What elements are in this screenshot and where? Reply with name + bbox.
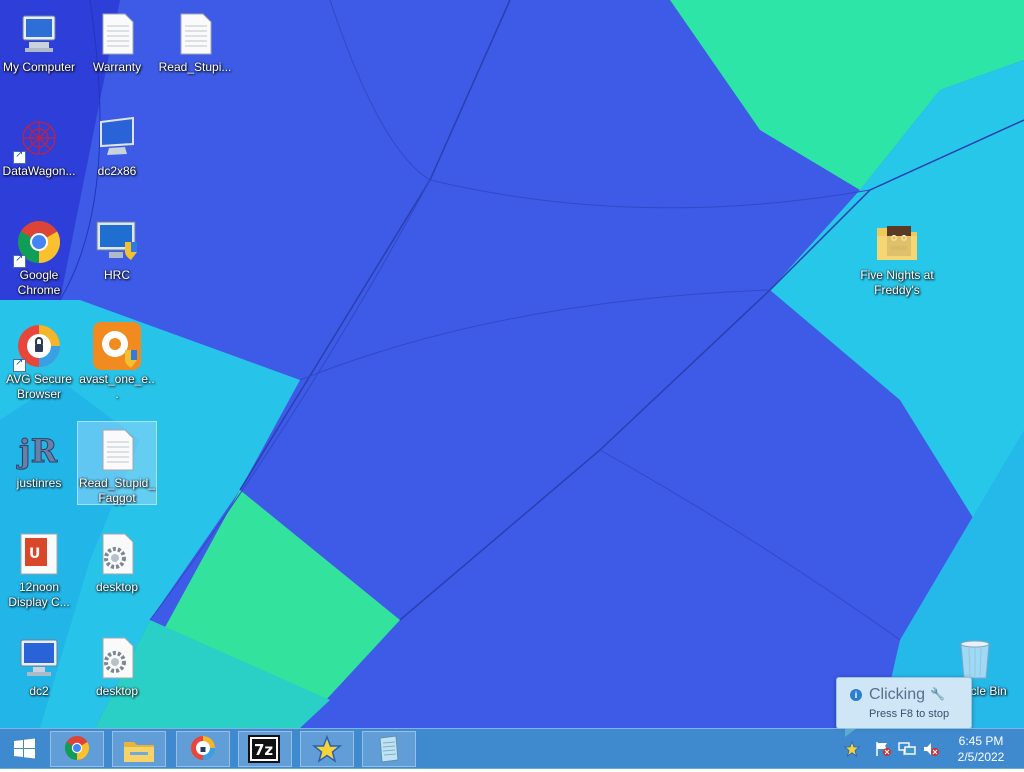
- desktop-icon-hrc[interactable]: HRC: [78, 208, 156, 283]
- desktop-icon-avast-one[interactable]: avast_one_e...: [78, 312, 156, 402]
- tray-volume[interactable]: [922, 741, 939, 757]
- hrc-shield-monitor-icon: [93, 218, 141, 266]
- file-explorer-icon: [124, 742, 154, 762]
- desktop-icon-read-stupi[interactable]: Read_Stupi...: [156, 0, 234, 75]
- action-center-flag-icon: [876, 742, 891, 756]
- desktop-icon-my-computer[interactable]: My Computer: [0, 0, 78, 75]
- text-document-icon: [171, 10, 219, 58]
- shortcut-arrow-icon: [13, 253, 26, 268]
- datawagon-icon: [13, 114, 63, 164]
- fnaf-folder-icon: [873, 218, 921, 266]
- taskbar-7zip[interactable]: 7z: [238, 731, 292, 767]
- windows-start-icon: [14, 738, 35, 759]
- text-document-icon: [93, 10, 141, 58]
- info-icon: i: [850, 689, 862, 701]
- tray-action-center[interactable]: [874, 741, 891, 757]
- taskbar: 7z: [0, 728, 1024, 769]
- notification-balloon[interactable]: i Clicking 🔧 Press F8 to stop: [836, 677, 972, 737]
- star-app-icon: [311, 734, 343, 763]
- computer-icon: [15, 10, 63, 58]
- 7zip-icon: 7z: [248, 735, 280, 763]
- shortcut-arrow-icon: [13, 149, 26, 164]
- chrome-icon: [64, 736, 90, 760]
- settings-file-icon: [93, 634, 141, 682]
- desktop-icon-desktop-ini-2[interactable]: desktop: [78, 624, 156, 699]
- chrome-icon: [13, 218, 63, 268]
- taskbar-avg-browser[interactable]: [176, 731, 230, 767]
- clock-time: 6:45 PM: [958, 734, 1004, 748]
- settings-file-icon: [93, 530, 141, 578]
- balloon-title: Clicking: [869, 686, 926, 703]
- volume-muted-icon: [924, 743, 939, 756]
- wrench-icon: 🔧: [930, 687, 945, 701]
- network-icon: [898, 742, 916, 755]
- desktop-icon-12noon-display[interactable]: U 12noon Display C...: [0, 520, 78, 610]
- clock-date: 2/5/2022: [957, 750, 1005, 764]
- avg-browser-icon: [13, 322, 63, 372]
- recycle-bin-icon: [951, 634, 999, 682]
- desktop-icon-fnaf-folder[interactable]: Five Nights at Freddy's: [858, 208, 936, 298]
- star-tray-icon: [843, 740, 861, 757]
- desktop-icon-read-stupid-file[interactable]: Read_Stupid_ Faggot: [77, 421, 157, 505]
- desktop-icon-avg-secure-browser[interactable]: AVG Secure Browser: [0, 312, 78, 402]
- taskbar-chrome[interactable]: [50, 731, 104, 767]
- desktop-icon-justinres[interactable]: jR justinres: [0, 416, 78, 491]
- desktop-icon-datawagon[interactable]: DataWagon...: [0, 104, 78, 179]
- avast-installer-icon: [93, 322, 141, 370]
- avg-browser-icon: [191, 736, 215, 760]
- balloon-subtitle: Press F8 to stop: [869, 708, 950, 720]
- start-button[interactable]: [4, 731, 44, 767]
- desktop-icon-desktop-ini-1[interactable]: desktop: [78, 520, 156, 595]
- notepad-icon: [379, 735, 399, 763]
- svg-text:U: U: [29, 546, 40, 562]
- monitor-icon: [15, 634, 63, 682]
- shortcut-arrow-icon: [13, 357, 26, 372]
- text-document-icon: [93, 426, 141, 474]
- taskbar-clock[interactable]: 6:45 PM 2/5/2022: [944, 733, 1018, 765]
- desktop-icon-dc2x86[interactable]: dc2x86: [78, 104, 156, 179]
- taskbar-notepad[interactable]: [362, 731, 416, 767]
- jr-logo-icon: jR: [15, 426, 63, 474]
- tray-network[interactable]: [898, 741, 916, 757]
- taskbar-star-app[interactable]: [300, 731, 354, 767]
- tray-star[interactable]: [843, 740, 861, 757]
- svg-text:jR: jR: [16, 432, 58, 470]
- svg-text:7z: 7z: [254, 741, 273, 759]
- desktop-icon-warranty[interactable]: Warranty: [78, 0, 156, 75]
- taskbar-file-explorer[interactable]: [112, 731, 166, 767]
- 12noon-display-icon: U: [15, 530, 63, 578]
- desktop-icon-dc2[interactable]: dc2: [0, 624, 78, 699]
- monitor-icon: [93, 114, 141, 162]
- desktop-icon-google-chrome[interactable]: Google Chrome: [0, 208, 78, 298]
